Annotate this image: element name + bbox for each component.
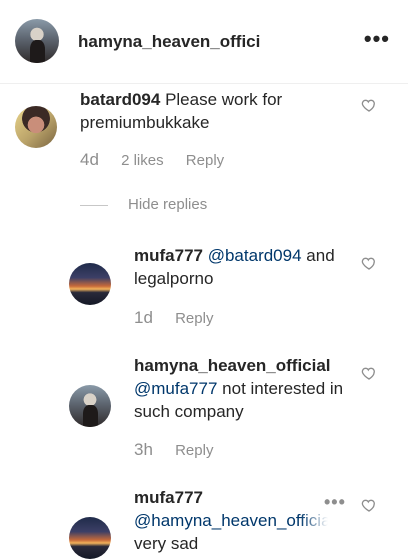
reply-mention[interactable]: @batard094 [208,246,302,265]
reply-time: 3h [134,440,153,459]
header-avatar[interactable] [15,19,59,63]
hide-replies-button[interactable]: Hide replies [128,196,207,213]
reply-mention[interactable]: @mufa777 [134,379,217,398]
avatar[interactable] [69,517,111,559]
hide-replies-divider [80,205,108,206]
heart-icon[interactable] [361,255,377,271]
avatar[interactable] [69,263,111,305]
reply-text: mufa777 @batard094 and legalporno [134,244,344,290]
reply-text: hamyna_heaven_official @mufa777 not inte… [134,354,344,423]
post-header: hamyna_heaven_officia ••• [0,0,408,84]
comment-time: 4d [80,150,99,169]
heart-icon[interactable] [361,97,377,113]
reply-button[interactable]: Reply [175,310,213,327]
reply-username[interactable]: hamyna_heaven_official [134,356,331,375]
comment-text: batard094 Please work for premiumbukkake [80,88,350,134]
reply-username[interactable]: mufa777 [134,246,203,265]
avatar[interactable] [15,106,57,148]
reply-button[interactable]: Reply [186,152,224,169]
avatar[interactable] [69,385,111,427]
heart-icon[interactable] [361,497,377,513]
comment-meta: 4d 2 likes Reply [80,150,242,170]
more-options-icon[interactable]: ••• [364,28,390,50]
reply-meta: 3h Reply [134,440,231,460]
more-options-icon[interactable]: ••• [324,492,346,513]
reply-time: 1d [134,308,153,327]
reply-button[interactable]: Reply [175,442,213,459]
comment-username[interactable]: batard094 [80,90,160,109]
reply-meta: 1d Reply [134,308,231,328]
header-username[interactable]: hamyna_heaven_officia [78,32,260,54]
comment-likes[interactable]: 2 likes [121,152,164,169]
heart-icon[interactable] [361,365,377,381]
